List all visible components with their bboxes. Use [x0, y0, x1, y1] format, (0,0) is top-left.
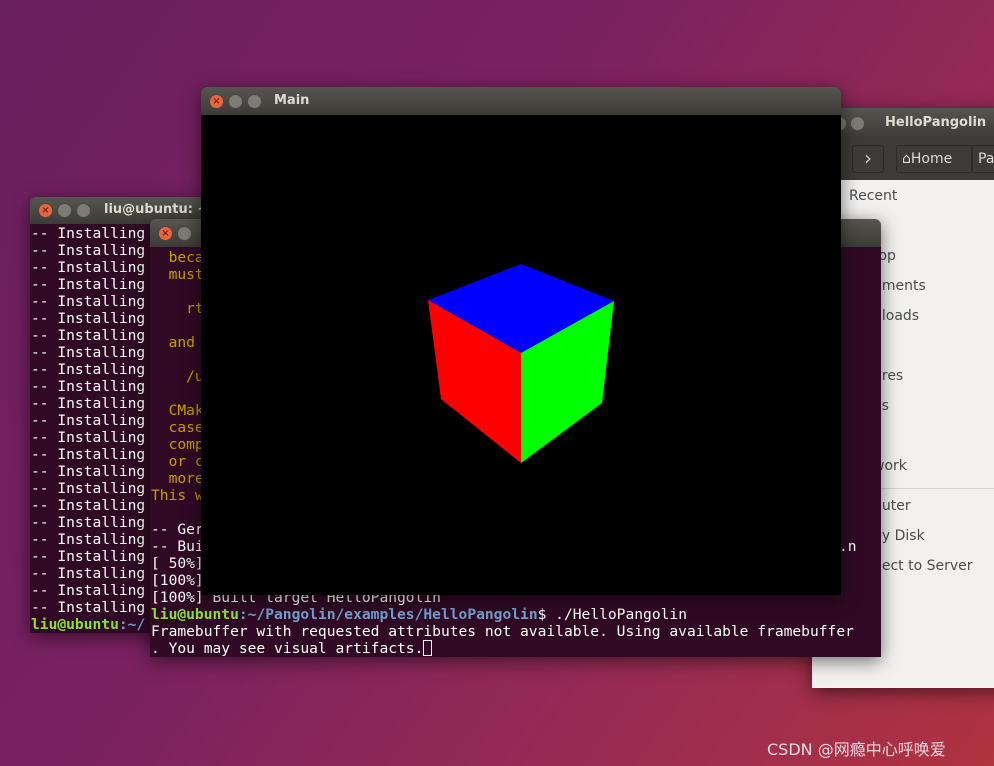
terminal-line: -- Installing	[31, 242, 146, 259]
terminal-line: and	[151, 334, 204, 351]
terminal-line: rt	[151, 300, 204, 317]
terminal-line: -- Installing	[31, 599, 146, 616]
terminal-line: more	[151, 470, 204, 487]
maximize-button[interactable]	[247, 94, 262, 109]
terminal-line: -- Installing	[31, 480, 146, 497]
prompt-line: liu@ubuntu:~/	[31, 616, 145, 633]
render-canvas[interactable]	[201, 115, 841, 595]
terminal-line: -- Installing	[31, 344, 146, 361]
terminal-line: -- Installing	[31, 361, 146, 378]
prompt-user: liu@ubuntu	[31, 616, 119, 633]
prompt-user: liu@ubuntu	[151, 606, 239, 623]
terminal-line: -- Ger	[151, 521, 204, 538]
prompt-path: :~/	[118, 616, 146, 633]
terminal-line: -- Installing	[31, 225, 146, 242]
terminal-line: -- Installing	[31, 565, 146, 582]
terminal-line: -- Installing	[31, 531, 146, 548]
close-button[interactable]: ×	[209, 94, 224, 109]
terminal-line: or c	[151, 453, 204, 470]
cursor	[423, 640, 433, 656]
terminal-line: -- Installing	[31, 378, 146, 395]
terminal-line: -- Installing	[31, 310, 146, 327]
terminal-line: -- Installing	[31, 327, 146, 344]
minimize-button[interactable]	[177, 226, 192, 241]
terminal-line: /u	[151, 368, 204, 385]
path-button[interactable]: Pa	[972, 145, 994, 173]
output-line: . You may see visual artifacts.	[151, 640, 433, 657]
terminal-line: [ 50%]	[151, 555, 204, 572]
terminal-line: -- Installing	[31, 259, 146, 276]
output-line: Framebuffer with requested attributes no…	[151, 623, 854, 640]
terminal-line: [100%]	[151, 572, 204, 589]
terminal-line: -- Installing	[31, 514, 146, 531]
prompt-line: liu@ubuntu:~/Pangolin/examples/HelloPang…	[151, 606, 687, 623]
output-text: . You may see visual artifacts.	[151, 640, 424, 657]
terminal-line: -- Installing	[31, 412, 146, 429]
terminal-line: CMak	[151, 402, 204, 419]
close-button[interactable]: ×	[38, 203, 53, 218]
maximize-button[interactable]	[76, 203, 91, 218]
terminal-line: -- Installing	[31, 395, 146, 412]
close-button[interactable]: ×	[158, 226, 173, 241]
terminal-line: -- Installing	[31, 446, 146, 463]
window-title: HelloPangolin	[885, 115, 987, 130]
prompt-path: :~/Pangolin/examples/HelloPangolin	[238, 606, 538, 623]
terminal-line: comp	[151, 436, 204, 453]
main-titlebar[interactable]: × Main	[201, 87, 841, 115]
minimize-button[interactable]	[57, 203, 72, 218]
terminal-line: -- Installing	[31, 497, 146, 514]
terminal-line: -- Installing	[31, 276, 146, 293]
window-title: liu@ubuntu: ~	[104, 202, 209, 217]
terminal-line: -- Installing	[31, 463, 146, 480]
prompt-command: $ ./HelloPangolin	[537, 606, 687, 623]
chevron-right-icon: ›	[864, 146, 872, 170]
sidebar-item[interactable]: nect to Server	[873, 558, 973, 574]
maximize-button[interactable]	[850, 116, 865, 131]
sidebar-item[interactable]: Recent	[849, 188, 897, 204]
terminal-line: beca	[151, 249, 204, 266]
forward-button[interactable]: ›	[852, 145, 884, 173]
terminal-line: -- Installing	[31, 429, 146, 446]
main-window: × Main	[201, 87, 841, 595]
terminal-line: case	[151, 419, 204, 436]
minimize-button[interactable]	[228, 94, 243, 109]
terminal-line: -- Installing	[31, 293, 146, 310]
terminal-line: -- Installing	[31, 548, 146, 565]
terminal-line-tail: .n	[839, 538, 857, 555]
terminal-line: must	[151, 266, 204, 283]
home-path-button[interactable]: ⌂Home	[896, 145, 972, 173]
terminal-line: -- Installing	[31, 582, 146, 599]
watermark: CSDN @网瘾中心呼唤爱	[767, 740, 946, 759]
terminal-line: -- Bui	[151, 538, 204, 555]
terminal-line: This w	[151, 487, 204, 504]
window-title: Main	[274, 93, 310, 108]
home-icon: ⌂	[902, 151, 911, 167]
